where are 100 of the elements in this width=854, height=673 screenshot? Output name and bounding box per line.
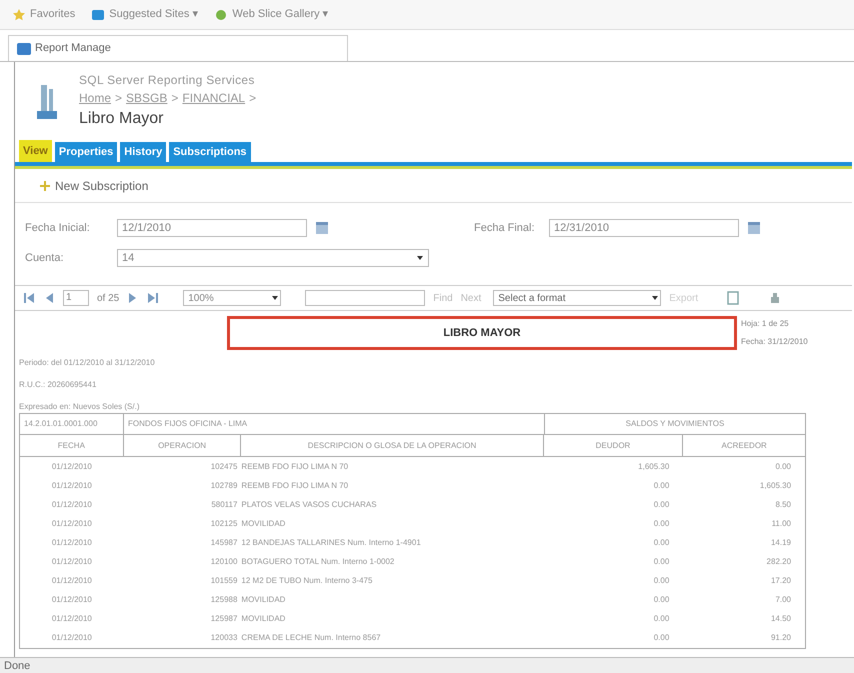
find-link[interactable]: Find: [433, 290, 453, 306]
table-cell: 0.00: [775, 460, 792, 472]
column-header: DEUDOR: [544, 435, 684, 456]
table-cell: 580117: [211, 498, 238, 510]
table-cell: MOVILIDAD: [241, 594, 286, 606]
table-cell: 11.00: [772, 518, 792, 530]
star-icon: [12, 8, 26, 22]
breadcrumb-separator: >: [115, 90, 122, 107]
page-info: Hoja: 1 de 25: [741, 318, 790, 330]
table-cell: 01/12/2010: [52, 460, 92, 472]
account-dropdown[interactable]: 14: [117, 249, 429, 267]
date-field[interactable]: 12/31/2010: [549, 219, 739, 237]
first-page-icon: [23, 293, 35, 303]
table-cell: CREMA DE LECHE Num. Interno 8567: [241, 632, 381, 644]
format-dropdown[interactable]: Select a format: [493, 290, 662, 306]
table-cell: 102125: [210, 518, 238, 530]
report-info-line: Expresado en: Nuevos Soles (S/.): [19, 401, 141, 413]
page-number-field[interactable]: 1: [63, 290, 89, 306]
table-cell: 0.00: [654, 556, 670, 568]
find-field[interactable]: [305, 290, 426, 306]
table-cell: 01/12/2010: [52, 556, 92, 568]
column-header: FECHA: [20, 435, 124, 456]
column-header: ACREEDOR: [720, 440, 768, 452]
table-cell: 120033: [210, 632, 238, 644]
table-cell: PLATOS VELAS VASOS CUCHARAS: [241, 498, 377, 510]
new-subscription-button[interactable]: New Subscription: [39, 176, 148, 194]
table-cell: 282.20: [766, 556, 792, 568]
table-cell: 01/12/2010: [52, 498, 92, 510]
table-cell: 01/12/2010: [52, 480, 92, 492]
table-cell: 0.00: [654, 612, 670, 624]
table-cell: FONDOS FIJOS OFICINA - LIMA: [124, 414, 545, 434]
table-cell: 1,605.30: [638, 460, 670, 472]
table-cell: REEMB FDO FIJO LIMA N 70: [241, 460, 348, 472]
field-label: Fecha Inicial:: [25, 220, 91, 236]
report-title: Libro Mayor: [79, 109, 164, 129]
breadcrumb-link[interactable]: SBSGB: [126, 89, 168, 107]
table-cell: 01/12/2010: [52, 536, 92, 548]
table-cell: 0.00: [654, 574, 670, 586]
zoom-dropdown[interactable]: 100%: [183, 290, 282, 306]
report-info-line: R.U.C.: 20260695441: [19, 379, 98, 391]
table-cell: 01/12/2010: [52, 594, 92, 606]
report-tab[interactable]: View: [19, 140, 52, 162]
breadcrumb-separator: >: [171, 90, 178, 107]
report-tab[interactable]: History: [120, 142, 166, 162]
table-cell: 1,605.30: [760, 480, 792, 492]
calendar-icon: [747, 221, 761, 235]
favorites-item[interactable]: Web Slice Gallery ▾: [214, 6, 329, 23]
table-cell: 17.20: [770, 574, 792, 586]
table-cell: 120100: [210, 556, 238, 568]
table-cell: 0.00: [654, 594, 670, 606]
table-cell: 12 BANDEJAS TALLARINES Num. Interno 1-4901: [241, 536, 421, 548]
status-bar-text: Done: [0, 657, 854, 673]
next-link[interactable]: Next: [460, 290, 482, 306]
breadcrumb-link[interactable]: Home: [79, 89, 112, 107]
table-cell: 14.2.01.01.0001.000: [20, 414, 124, 434]
table-cell: 12 M2 DE TUBO Num. Interno 3-475: [241, 574, 372, 586]
table-cell: 102475: [210, 460, 238, 472]
table-cell: 01/12/2010: [52, 574, 92, 586]
plus-icon: [39, 180, 51, 192]
field-label: Fecha Final:: [474, 220, 536, 236]
table-cell: 0.00: [654, 632, 670, 644]
breadcrumb-link[interactable]: FINANCIAL: [182, 89, 246, 107]
table-cell: 14.19: [770, 536, 792, 548]
column-header: DESCRIPCION O GLOSA DE LA OPERACION: [241, 435, 544, 456]
report-tab[interactable]: Properties: [54, 142, 118, 162]
table-cell: REEMB FDO FIJO LIMA N 70: [241, 480, 348, 492]
calendar-icon: [315, 221, 329, 235]
favorites-item[interactable]: Suggested Sites ▾: [91, 6, 198, 23]
table-cell: 91.20: [770, 632, 792, 644]
table-cell: 125988: [210, 594, 238, 606]
table-cell: 0.00: [654, 480, 670, 492]
field-label: Cuenta:: [25, 250, 65, 266]
date-info: Fecha: 31/12/2010: [741, 336, 808, 348]
table-cell: 0.00: [654, 498, 670, 510]
table-cell: 102789: [210, 480, 238, 492]
product-name: SQL Server Reporting Services: [79, 72, 256, 89]
browser-tab[interactable]: Report Manage: [8, 35, 348, 61]
table-cell: 01/12/2010: [52, 612, 92, 624]
table-cell: 125987: [210, 612, 238, 624]
table-cell: 101559: [210, 574, 238, 586]
table-cell: 8.50: [775, 498, 792, 510]
table-cell: 0.00: [654, 536, 670, 548]
table-cell: MOVILIDAD: [241, 612, 286, 624]
table-cell: 7.00: [775, 594, 792, 606]
report-info-line: Periodo: del 01/12/2010 al 31/12/2010: [19, 357, 156, 369]
date-field[interactable]: 12/1/2010: [117, 219, 307, 237]
breadcrumb-separator: >: [249, 90, 256, 107]
table-cell: 145987: [210, 536, 238, 548]
report-tab[interactable]: Subscriptions: [169, 142, 251, 162]
table-cell: 14.50: [770, 612, 792, 624]
report-heading: LIBRO MAYOR: [443, 326, 521, 341]
table-cell: 01/12/2010: [52, 632, 92, 644]
table-cell: 01/12/2010: [52, 518, 92, 530]
table-cell: MOVILIDAD: [241, 518, 286, 530]
last-page-icon: [147, 293, 160, 303]
table-cell: BOTAGUERO TOTAL Num. Interno 1-0002: [241, 556, 394, 568]
favorites-item[interactable]: Favorites: [12, 6, 76, 23]
table-cell: 0.00: [654, 518, 670, 530]
page-count: of 25: [97, 292, 120, 306]
column-group-header: SALDOS Y MOVIMIENTOS: [624, 418, 726, 430]
